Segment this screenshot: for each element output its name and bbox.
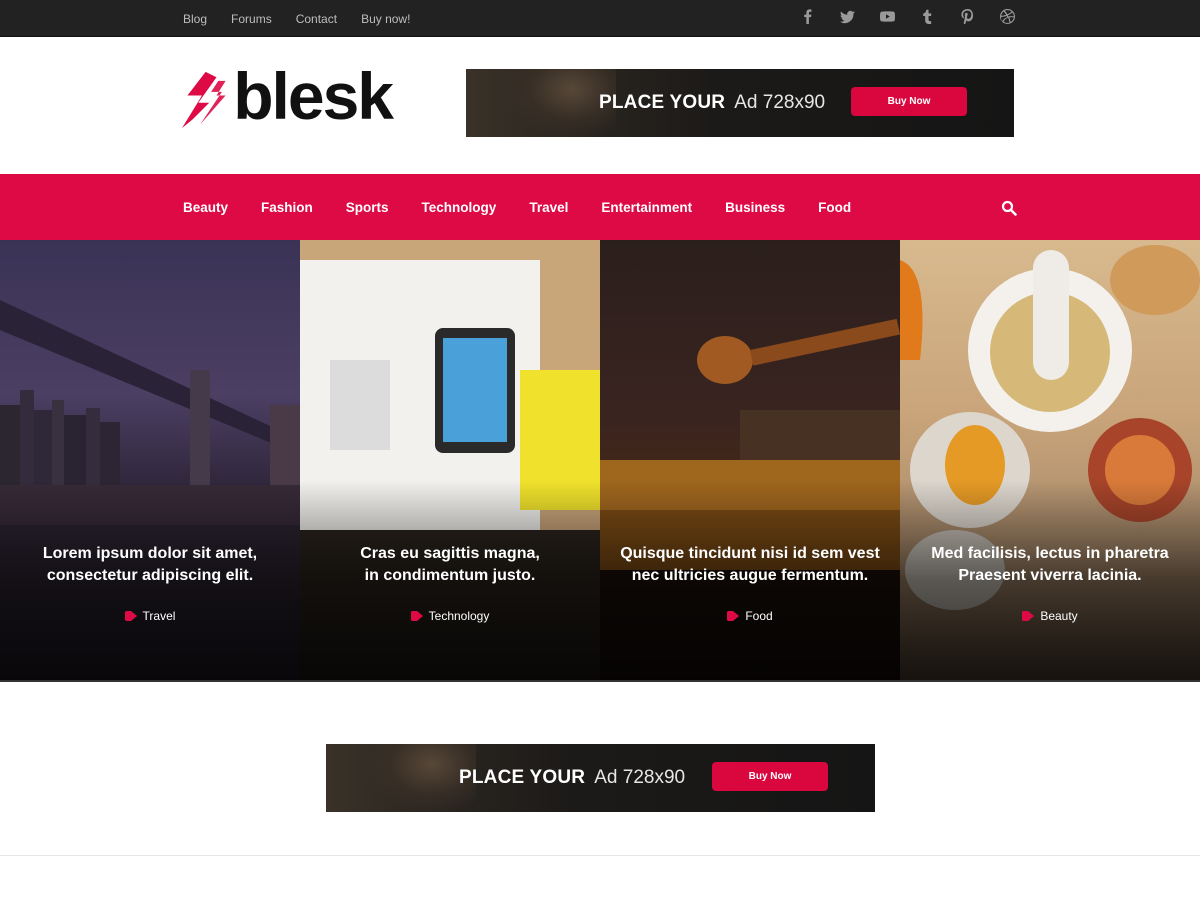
top-link-contact[interactable]: Contact: [296, 12, 337, 26]
featured-posts: Lorem ipsum dolor sit amet, consectetur …: [0, 240, 1200, 680]
main-nav: Beauty Fashion Sports Technology Travel …: [0, 174, 1200, 240]
nav-item-beauty[interactable]: Beauty: [183, 200, 228, 215]
post-title-line-2: nec ultricies augue fermentum.: [631, 567, 869, 584]
featured-post-food[interactable]: Quisque tincidunt nisi id sem vest nec u…: [600, 240, 900, 680]
ad-text-size: Ad 728x90: [594, 767, 686, 788]
post-title[interactable]: Lorem ipsum dolor sit amet, consectetur …: [10, 543, 290, 587]
nav-item-travel[interactable]: Travel: [529, 200, 568, 215]
post-title[interactable]: Med facilisis, lectus in pharetra Praese…: [910, 543, 1190, 587]
logo-mark-icon: [182, 71, 226, 129]
post-category-label: Technology: [428, 609, 490, 623]
nav-items: Beauty Fashion Sports Technology Travel …: [183, 174, 884, 240]
nav-item-technology[interactable]: Technology: [422, 200, 497, 215]
post-title-line-2: consectetur adipiscing elit.: [46, 567, 254, 584]
header-ad-banner[interactable]: PLACE YOUR Ad 728x90 Buy Now: [466, 69, 1014, 137]
post-title-line-2: Praesent viverra lacinia.: [958, 567, 1142, 584]
post-category[interactable]: Food: [600, 609, 900, 623]
search-icon[interactable]: [1001, 200, 1017, 216]
nav-item-food[interactable]: Food: [818, 200, 851, 215]
featured-bottom-border: [0, 680, 1200, 682]
post-category-label: Beauty: [1040, 609, 1078, 623]
section-divider: [0, 855, 1200, 856]
featured-post-travel[interactable]: Lorem ipsum dolor sit amet, consectetur …: [0, 240, 300, 680]
post-title[interactable]: Cras eu sagittis magna, in condimentum j…: [310, 543, 590, 587]
social-links: [775, 0, 1015, 32]
top-links: Blog Forums Contact Buy now!: [183, 0, 434, 37]
top-link-buy-now[interactable]: Buy now!: [361, 12, 410, 26]
post-title-line-2: in condimentum justo.: [364, 567, 536, 584]
logo-text: blesk: [233, 59, 394, 133]
top-bar: Blog Forums Contact Buy now!: [0, 0, 1200, 37]
dribbble-icon[interactable]: [999, 8, 1015, 24]
featured-post-beauty[interactable]: Med facilisis, lectus in pharetra Praese…: [900, 240, 1200, 680]
post-title-line-1: Quisque tincidunt nisi id sem vest: [620, 545, 880, 562]
content-ad-banner[interactable]: PLACE YOUR Ad 728x90 Buy Now: [326, 744, 875, 812]
post-title-line-1: Med facilisis, lectus in pharetra: [931, 545, 1169, 562]
top-link-blog[interactable]: Blog: [183, 12, 207, 26]
post-category[interactable]: Beauty: [900, 609, 1200, 623]
ad-text: PLACE YOUR Ad 728x90: [459, 744, 685, 812]
tag-icon: [410, 611, 423, 621]
ad-buy-now-button[interactable]: Buy Now: [851, 87, 967, 116]
post-title[interactable]: Quisque tincidunt nisi id sem vest nec u…: [610, 543, 890, 587]
logo[interactable]: blesk: [182, 63, 394, 132]
twitter-icon[interactable]: [839, 8, 855, 24]
ad-text-size: Ad 728x90: [734, 92, 826, 113]
ad-buy-now-button[interactable]: Buy Now: [712, 762, 828, 791]
nav-item-entertainment[interactable]: Entertainment: [601, 200, 692, 215]
post-category-label: Travel: [142, 609, 176, 623]
nav-item-fashion[interactable]: Fashion: [261, 200, 313, 215]
featured-post-technology[interactable]: Cras eu sagittis magna, in condimentum j…: [300, 240, 600, 680]
post-category[interactable]: Technology: [300, 609, 600, 623]
ad-text-bold: PLACE YOUR: [599, 92, 726, 113]
ad-text-bold: PLACE YOUR: [459, 767, 586, 788]
post-title-line-1: Lorem ipsum dolor sit amet,: [42, 545, 258, 562]
post-category[interactable]: Travel: [0, 609, 300, 623]
nav-item-business[interactable]: Business: [725, 200, 785, 215]
top-link-forums[interactable]: Forums: [231, 12, 272, 26]
ad-text: PLACE YOUR Ad 728x90: [599, 69, 825, 137]
post-title-line-1: Cras eu sagittis magna,: [360, 545, 540, 562]
youtube-icon[interactable]: [879, 8, 895, 24]
post-category-label: Food: [745, 609, 773, 623]
tumblr-icon[interactable]: [919, 8, 935, 24]
pinterest-icon[interactable]: [959, 8, 975, 24]
tag-icon: [727, 611, 740, 621]
tag-icon: [124, 611, 137, 621]
facebook-icon[interactable]: [799, 8, 815, 24]
site-header: blesk PLACE YOUR Ad 728x90 Buy Now: [0, 38, 1200, 174]
nav-item-sports[interactable]: Sports: [346, 200, 389, 215]
tag-icon: [1022, 611, 1035, 621]
